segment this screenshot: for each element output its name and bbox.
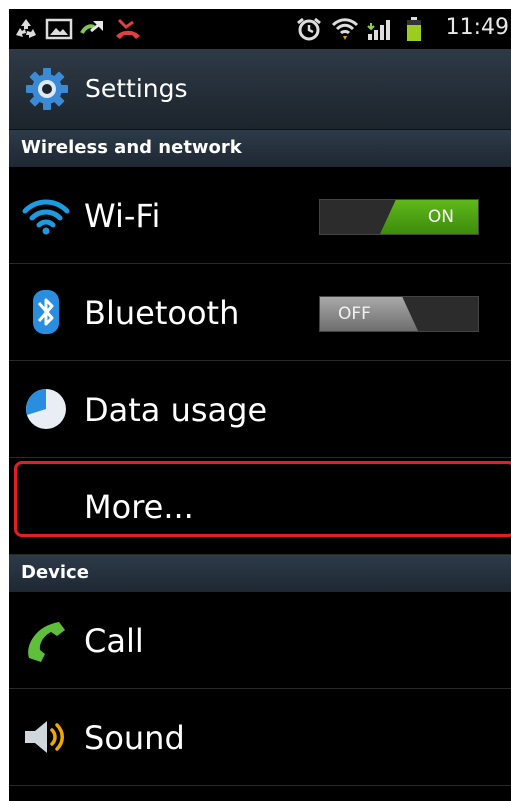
wifi-toggle[interactable]: ON	[319, 199, 479, 235]
toggle-state: ON	[427, 207, 454, 227]
recycle-icon	[16, 19, 36, 38]
section-title: Wireless and network	[21, 137, 242, 158]
toggle-state: OFF	[338, 304, 371, 324]
bluetooth-icon	[33, 290, 59, 334]
settings-item-bluetooth[interactable]: Bluetooth OFF	[9, 264, 511, 361]
phone-icon	[28, 622, 65, 662]
section-title: Device	[21, 562, 89, 583]
highlight-box	[14, 461, 511, 537]
battery-icon	[407, 17, 421, 41]
missed-call-arrow-icon	[80, 21, 103, 34]
cell-signal-icon	[367, 20, 390, 40]
phone-screen: 11:49 Settings Wireless and network Wi-F…	[9, 9, 511, 801]
app-header: Settings	[9, 49, 511, 130]
wifi-signal-icon	[331, 18, 359, 40]
settings-item-label: Call	[84, 622, 144, 660]
page-title: Settings	[85, 74, 188, 103]
section-header-wireless: Wireless and network	[9, 130, 511, 167]
settings-item-label: Wi-Fi	[84, 197, 161, 235]
speaker-icon	[25, 721, 64, 753]
wifi-icon	[22, 199, 70, 235]
section-header-device: Device	[9, 555, 511, 592]
settings-item-label: Data usage	[84, 391, 268, 429]
settings-item-label: Sound	[84, 719, 185, 757]
gear-icon	[26, 68, 68, 110]
image-icon	[45, 18, 73, 40]
pie-chart-icon	[26, 389, 66, 429]
settings-item-sound[interactable]: Sound	[9, 689, 511, 786]
missed-call-icon	[116, 18, 140, 39]
settings-item-call[interactable]: Call	[9, 592, 511, 689]
clock: 11:49	[445, 15, 509, 40]
bluetooth-toggle[interactable]: OFF	[319, 296, 479, 332]
alarm-icon	[297, 17, 321, 41]
status-bar: 11:49	[9, 9, 511, 49]
settings-item-label: Bluetooth	[84, 294, 240, 332]
settings-item-data-usage[interactable]: Data usage	[9, 361, 511, 458]
settings-item-wifi[interactable]: Wi-Fi ON	[9, 167, 511, 264]
